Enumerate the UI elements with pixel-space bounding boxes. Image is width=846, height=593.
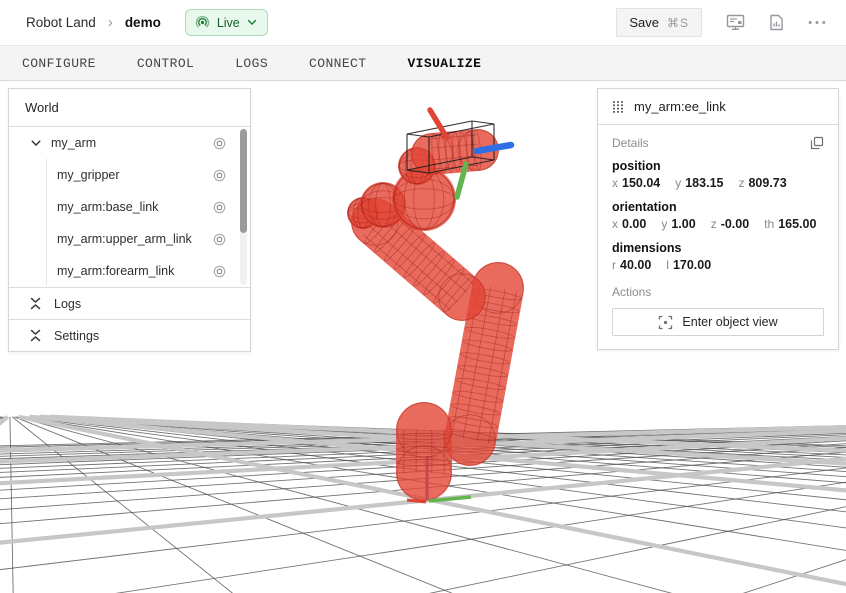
- visibility-eye-icon[interactable]: [213, 169, 226, 182]
- section-logs[interactable]: Logs: [9, 287, 250, 319]
- tree-item-label: my_arm:base_link: [57, 200, 213, 214]
- live-status-dropdown[interactable]: Live: [185, 9, 268, 36]
- tree-item-my-gripper[interactable]: my_gripper: [9, 159, 250, 191]
- tab-configure[interactable]: CONFIGURE: [22, 56, 96, 71]
- section-settings[interactable]: Settings: [9, 319, 250, 351]
- live-signal-icon: [195, 15, 210, 30]
- axis-value: 809.73: [748, 176, 786, 190]
- top-bar: Robot Land › demo Live Save ⌘S: [0, 0, 846, 45]
- remote-control-monitor-icon[interactable]: [726, 14, 745, 31]
- breadcrumb: Robot Land › demo Live: [26, 9, 268, 36]
- axis-value: 170.00: [673, 258, 711, 272]
- data-file-icon[interactable]: [769, 14, 784, 31]
- save-label: Save: [629, 15, 659, 30]
- overflow-menu-icon[interactable]: [808, 20, 826, 25]
- chevron-down-icon[interactable]: [31, 140, 41, 147]
- tree-item-label: my_gripper: [57, 168, 213, 182]
- visibility-eye-icon[interactable]: [213, 233, 226, 246]
- collapse-vertical-icon: [30, 297, 41, 310]
- drag-handle-icon[interactable]: [612, 100, 624, 114]
- visibility-eye-icon[interactable]: [213, 137, 226, 150]
- tab-visualize[interactable]: VISUALIZE: [407, 56, 481, 71]
- tree-item-label: my_arm:upper_arm_link: [57, 232, 213, 246]
- axis-key: z: [711, 217, 717, 231]
- group-label: dimensions: [612, 241, 824, 255]
- save-shortcut: ⌘S: [667, 16, 689, 30]
- enter-object-view-button[interactable]: Enter object view: [612, 308, 824, 336]
- top-bar-actions: Save ⌘S: [616, 8, 826, 37]
- details-panel-title: my_arm:ee_link: [634, 99, 726, 114]
- section-label: Logs: [54, 297, 81, 311]
- axis-value: 40.00: [620, 258, 651, 272]
- position-group: position x 150.04 y 183.15 z 809.73: [612, 159, 824, 190]
- world-panel-title: World: [25, 100, 59, 115]
- axis-value: -0.00: [721, 217, 750, 231]
- breadcrumb-root[interactable]: Robot Land: [26, 15, 96, 30]
- tab-logs[interactable]: LOGS: [235, 56, 268, 71]
- axis-value: 1.00: [671, 217, 695, 231]
- breadcrumb-current: demo: [125, 15, 161, 30]
- axis-value: 165.00: [778, 217, 816, 231]
- axis-key: th: [764, 217, 774, 231]
- axis-key: z: [738, 176, 744, 190]
- copy-icon[interactable]: [810, 136, 824, 150]
- tab-control[interactable]: CONTROL: [137, 56, 194, 71]
- world-tree: my_arm my_gripper my_arm:base_link my_ar…: [9, 127, 250, 287]
- axis-value: 183.15: [685, 176, 723, 190]
- axis-key: l: [666, 258, 669, 272]
- focus-target-icon: [658, 315, 673, 330]
- details-label: Details: [612, 136, 649, 150]
- collapse-vertical-icon: [30, 329, 41, 342]
- details-panel-header[interactable]: my_arm:ee_link: [598, 89, 838, 125]
- visibility-eye-icon[interactable]: [213, 201, 226, 214]
- axis-key: y: [675, 176, 681, 190]
- tree-item-forearm-link[interactable]: my_arm:forearm_link: [9, 255, 250, 287]
- main-nav-tabs: CONFIGURE CONTROL LOGS CONNECT VISUALIZE: [0, 45, 846, 81]
- orientation-group: orientation x 0.00 y 1.00 z -0.00 th 165.00: [612, 200, 824, 231]
- tree-item-base-link[interactable]: my_arm:base_link: [9, 191, 250, 223]
- details-panel-body: Details position x 150.04 y 183.15 z 809.73…: [598, 125, 838, 349]
- axis-value: 0.00: [622, 217, 646, 231]
- axis-key: r: [612, 258, 616, 272]
- visibility-eye-icon[interactable]: [213, 265, 226, 278]
- tree-item-my-arm[interactable]: my_arm: [9, 127, 250, 159]
- tab-connect[interactable]: CONNECT: [309, 56, 366, 71]
- group-label: orientation: [612, 200, 824, 214]
- dimensions-group: dimensions r 40.00 l 170.00: [612, 241, 824, 272]
- save-button[interactable]: Save ⌘S: [616, 8, 702, 37]
- tree-scrollbar-thumb[interactable]: [240, 129, 247, 233]
- actions-label: Actions: [612, 285, 824, 299]
- tree-item-label: my_arm: [51, 136, 213, 150]
- axis-key: y: [661, 217, 667, 231]
- live-label: Live: [217, 16, 240, 30]
- axis-value: 150.04: [622, 176, 660, 190]
- object-details-panel: my_arm:ee_link Details position x 150.04 …: [597, 88, 839, 350]
- tree-item-upper-arm-link[interactable]: my_arm:upper_arm_link: [9, 223, 250, 255]
- tree-scrollbar-track[interactable]: [240, 129, 247, 285]
- world-panel-header: World: [9, 89, 250, 127]
- axis-key: x: [612, 217, 618, 231]
- world-panel: World my_arm my_gripper my_arm:base_link: [8, 88, 251, 352]
- group-label: position: [612, 159, 824, 173]
- axis-key: x: [612, 176, 618, 190]
- chevron-down-icon: [247, 19, 257, 26]
- section-label: Settings: [54, 329, 99, 343]
- tree-item-label: my_arm:forearm_link: [57, 264, 213, 278]
- enter-object-view-label: Enter object view: [682, 315, 777, 329]
- breadcrumb-separator-icon: ›: [108, 14, 113, 31]
